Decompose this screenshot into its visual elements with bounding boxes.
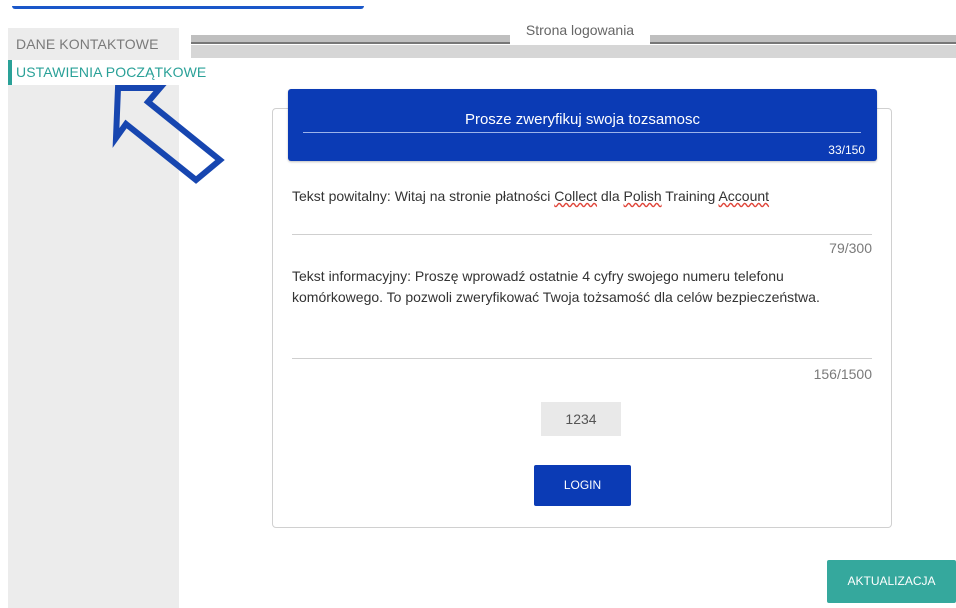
top-accent-line [12,6,364,9]
phone-digits-input[interactable]: 1234 [541,402,621,436]
section-title: Strona logowania [510,22,650,44]
welcome-char-count: 79/300 [829,240,872,256]
info-text-line1: Tekst informacyjny: Proszę wprowadź osta… [292,268,784,284]
welcome-word-polish: Polish [623,188,662,204]
active-indicator [8,60,12,85]
welcome-text-field[interactable]: Tekst powitalny: Witaj na stronie płatno… [292,186,769,207]
welcome-field-underline [292,234,872,235]
banner-underline [303,132,861,133]
banner-title: Prosze zweryfikuj swoja tozsamosc [464,111,701,128]
section-header-band [191,45,956,58]
info-field-underline [292,358,872,359]
welcome-word-account: Account [718,188,770,204]
welcome-text-prefix: Tekst powitalny: Witaj na stronie płatno… [292,188,555,204]
banner-char-count: 33/150 [828,143,865,157]
welcome-text-mid1: dla [597,188,624,204]
welcome-word-collect: Collect [554,188,598,204]
welcome-text-mid2: Training [661,188,719,204]
info-text-field[interactable]: Tekst informacyjny: Proszę wprowadź osta… [292,266,820,308]
update-button[interactable]: AKTUALIZACJA [827,560,956,603]
verification-banner[interactable]: Prosze zweryfikuj swoja tozsamosc 33/150 [288,89,877,161]
info-char-count: 156/1500 [813,366,872,382]
arrow-up-left-icon [112,85,225,184]
sidebar-item-contact[interactable]: DANE KONTAKTOWE [16,36,159,52]
info-text-line2: komórkowego. To pozwoli zweryfikować Two… [292,289,820,305]
login-button[interactable]: LOGIN [534,465,631,506]
